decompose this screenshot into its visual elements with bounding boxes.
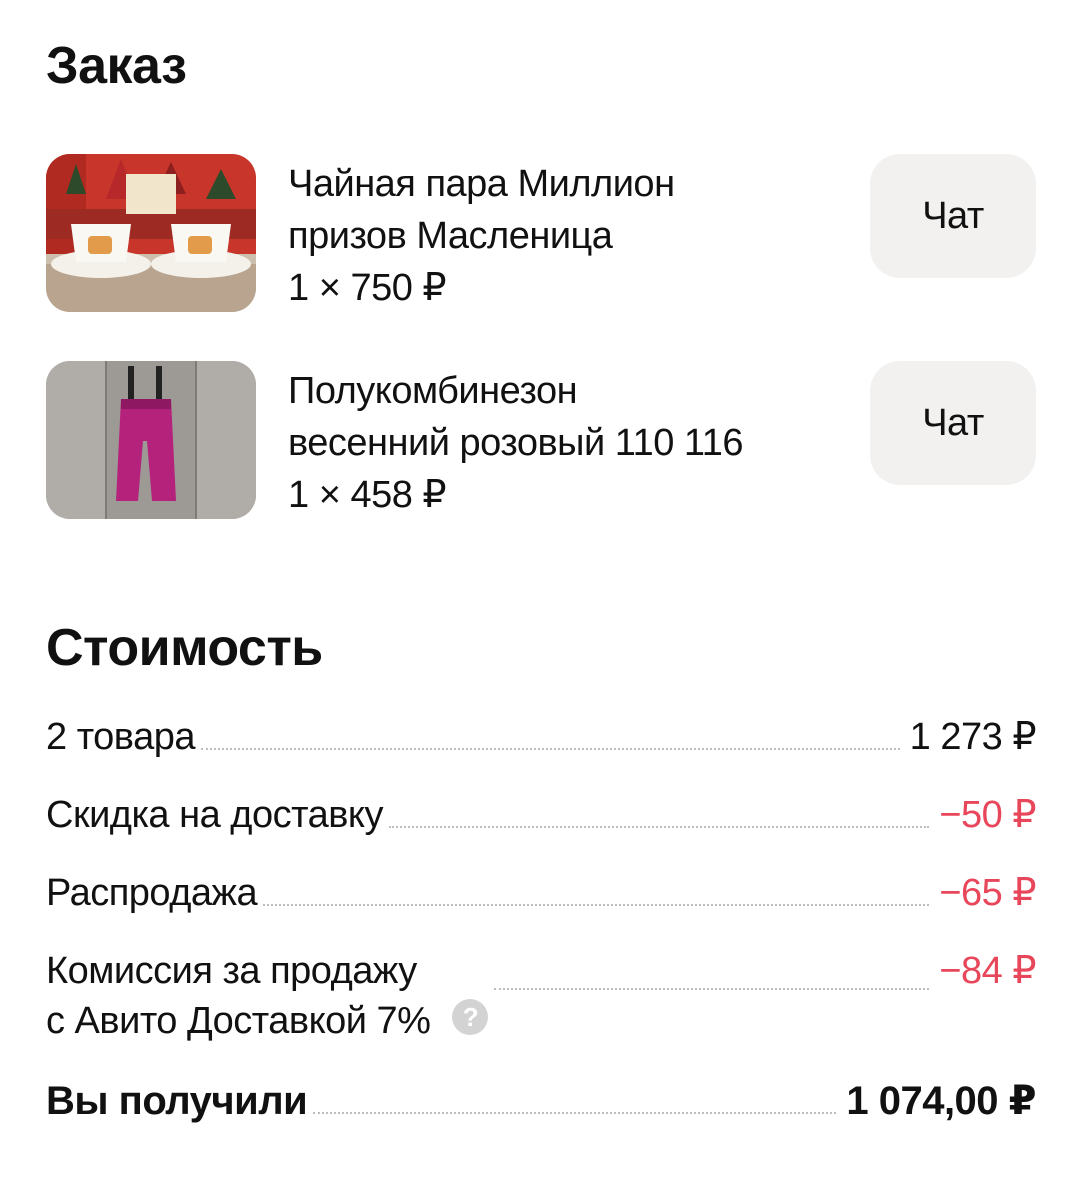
- cost-title: Стоимость: [46, 619, 323, 677]
- commission-label-line2: с Авито Доставкой 7%: [46, 1000, 431, 1042]
- dotted-leader: [388, 826, 930, 828]
- cost-breakdown: 2 товара 1 273 ₽ Скидка на доставку −50 …: [46, 712, 1037, 1126]
- cost-row-delivery-discount: Скидка на доставку −50 ₽: [46, 790, 1036, 840]
- cost-row-total: Вы получили 1 074,00 ₽: [46, 1076, 1036, 1126]
- product-name-line1: Чайная пара Миллион: [288, 163, 675, 205]
- cost-row-sale: Распродажа −65 ₽: [46, 868, 1036, 918]
- order-item: Полукомбинезон весенний розовый 110 116 …: [46, 361, 1036, 521]
- cost-row-label: Скидка на доставку: [46, 794, 383, 836]
- dotted-leader: [263, 904, 930, 906]
- cost-row-value: −65 ₽: [939, 872, 1036, 914]
- product-image-tea-set[interactable]: [46, 154, 256, 312]
- chat-button[interactable]: Чат: [870, 154, 1036, 278]
- cost-row-label: 2 товара: [46, 716, 195, 758]
- cost-row-value: −50 ₽: [939, 794, 1036, 836]
- product-image-overalls[interactable]: [46, 361, 256, 519]
- product-info[interactable]: Полукомбинезон весенний розовый 110 116 …: [288, 365, 848, 521]
- order-page: Заказ Чайная пара Миллион призов Маслени…: [0, 0, 1080, 1192]
- dotted-leader: [494, 988, 930, 990]
- dotted-leader: [313, 1112, 837, 1114]
- question-circle-icon[interactable]: ?: [452, 998, 489, 1035]
- cost-row-label: Комиссия за продажу с Авито Доставкой 7%…: [46, 946, 489, 1046]
- order-item: Чайная пара Миллион призов Масленица 1 ×…: [46, 154, 1036, 314]
- product-name-line2: призов Масленица: [288, 215, 613, 257]
- commission-label-line1: Комиссия за продажу: [46, 950, 417, 992]
- chat-button[interactable]: Чат: [870, 361, 1036, 485]
- product-name-line2: весенний розовый 110 116: [288, 422, 743, 464]
- total-label: Вы получили: [46, 1079, 308, 1123]
- product-name-line1: Полукомбинезон: [288, 370, 578, 412]
- cost-row-items: 2 товара 1 273 ₽: [46, 712, 1037, 762]
- dotted-leader: [200, 748, 900, 750]
- product-info[interactable]: Чайная пара Миллион призов Масленица 1 ×…: [288, 158, 848, 314]
- order-title: Заказ: [46, 37, 187, 95]
- product-price: 1 × 458 ₽: [288, 474, 447, 516]
- cost-row-value: −84 ₽: [939, 950, 1036, 992]
- total-value: 1 074,00 ₽: [846, 1079, 1036, 1123]
- commission-label-line2-wrap: с Авито Доставкой 7%?: [46, 996, 489, 1046]
- cost-row-value: 1 273 ₽: [909, 716, 1037, 758]
- cost-row-label: Распродажа: [46, 872, 258, 914]
- product-price: 1 × 750 ₽: [288, 267, 447, 309]
- cost-row-commission: Комиссия за продажу с Авито Доставкой 7%…: [46, 946, 1036, 1046]
